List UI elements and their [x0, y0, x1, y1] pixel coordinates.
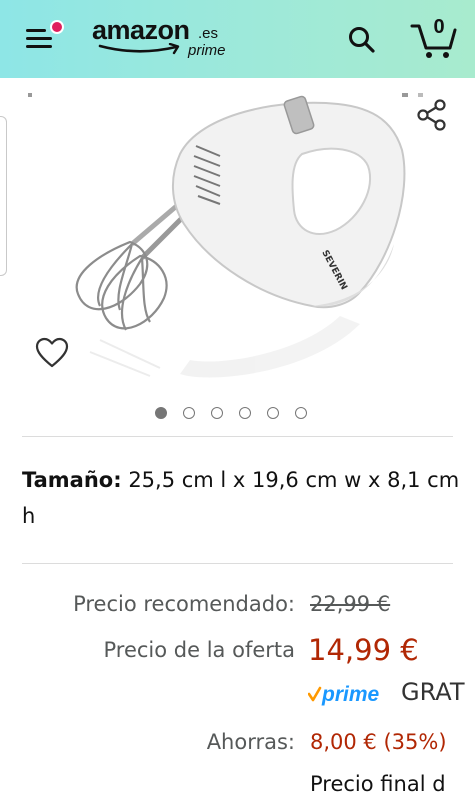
- savings-label: Ahorras:: [206, 730, 295, 754]
- offer-price-label: Precio de la oferta: [103, 638, 296, 662]
- logo-prime-text: prime: [188, 42, 226, 59]
- search-icon: [349, 27, 375, 53]
- logo-domain: .es: [198, 25, 219, 42]
- logo-wordmark: amazon: [92, 15, 190, 45]
- product-size: Tamaño: 25,5 cm l x 19,6 cm w x 8,1 cm h: [22, 462, 462, 534]
- savings-value: 8,00 € (35%): [310, 730, 447, 754]
- recommended-price-label: Precio recomendado:: [73, 592, 295, 616]
- carousel-dot-4[interactable]: [239, 407, 251, 419]
- free-shipping-text: GRAT: [401, 678, 465, 706]
- image-carousel-indicators: [155, 407, 307, 421]
- section-divider: [22, 563, 453, 564]
- hamburger-menu-button[interactable]: [26, 20, 64, 54]
- product-image-hand-mixer[interactable]: SEVERIN: [60, 84, 420, 384]
- offer-price-value: 14,99 €: [308, 633, 419, 667]
- menu-bar-line: [26, 37, 52, 40]
- prime-badge-text: prime: [321, 683, 380, 706]
- size-label: Tamaño:: [22, 468, 122, 492]
- logo-smile-icon: [98, 43, 180, 55]
- notification-dot: [50, 20, 64, 34]
- recommended-price-value: 22,99 €: [310, 592, 391, 616]
- previous-slide-edge[interactable]: [0, 116, 7, 276]
- prime-badge-icon: prime: [308, 683, 380, 706]
- share-button[interactable]: [414, 97, 450, 133]
- section-divider: [22, 436, 453, 437]
- search-button[interactable]: [346, 24, 378, 56]
- menu-bar-line: [26, 45, 52, 48]
- add-to-wishlist-button[interactable]: [34, 336, 70, 370]
- carousel-dot-5[interactable]: [267, 407, 279, 419]
- carousel-dot-2[interactable]: [183, 407, 195, 419]
- menu-bar-line: [26, 29, 46, 32]
- final-price-text: Precio final d: [310, 772, 446, 796]
- heart-icon: [35, 337, 69, 368]
- top-navigation-bar: amazon .es prime 0: [0, 0, 475, 78]
- cart-count-badge: 0: [433, 16, 445, 38]
- carousel-dot-6[interactable]: [295, 407, 307, 419]
- carousel-dot-1[interactable]: [155, 407, 167, 419]
- carousel-dot-3[interactable]: [211, 407, 223, 419]
- amazon-prime-logo[interactable]: amazon .es prime: [92, 15, 232, 65]
- share-icon: [417, 99, 446, 131]
- cart-button[interactable]: 0: [410, 16, 458, 60]
